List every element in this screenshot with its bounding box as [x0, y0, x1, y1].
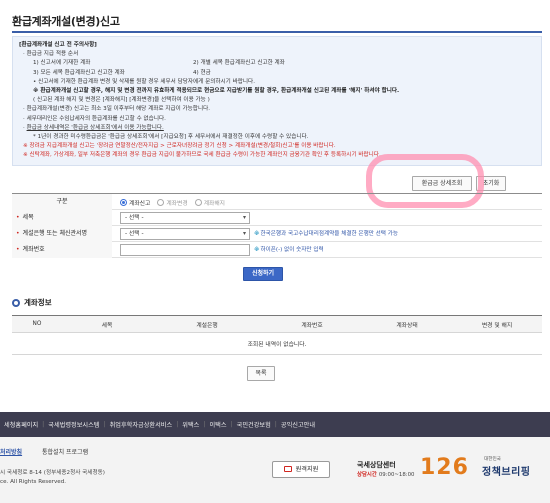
required-icon: •	[16, 246, 20, 253]
account-hint: ※하이픈(-) 없이 숫자만 입력	[254, 247, 324, 253]
form-row-account: • 계좌번호 ※하이픈(-) 없이 숫자만 입력	[12, 242, 542, 258]
call-center-hours: 상담시간 09:00~18:00	[357, 472, 415, 478]
form-row-type: 구분 계좌신고 계좌변경 계좌해지	[12, 194, 542, 210]
column-header: NO	[12, 315, 62, 333]
list-button[interactable]: 목록	[247, 366, 275, 381]
table-header-row: NO 세목 계설은행 계좌번호 계좌상태 변경 및 해지	[12, 315, 542, 333]
policy-briefing-logo[interactable]: 정책브리핑	[482, 463, 531, 478]
brand-caption: 대한민국	[484, 457, 501, 462]
footer-nav: 세청홈페이지 | 국세법령정보시스템 | 취업후학자금상환서비스 | 위택스 | 이택스…	[0, 412, 550, 437]
account-table: NO 세목 계설은행 계좌번호 계좌상태 변경 및 해지 조회된 내역이 없습니…	[12, 315, 542, 355]
page-title: 환급계좌개설(변경)신고	[12, 15, 120, 28]
radio-icon	[194, 198, 202, 206]
table-row: 조회된 내역이 없습니다.	[12, 332, 542, 355]
notice-line: ※ 장려금 지급계좌개설 신고는 '장려금 연말정산/전자지급 > 근로자녀장려…	[23, 143, 336, 150]
type-label: 구분	[12, 194, 112, 210]
call-center-name: 국세상담센터	[357, 461, 396, 469]
info-icon: ※	[254, 247, 260, 253]
info-icon: ※	[254, 231, 260, 237]
account-form: 구분 계좌신고 계좌변경 계좌해지 • 세목 - 선택 - ▾ • 계설은행 또는 체…	[12, 193, 542, 258]
footer-link[interactable]: 이택스	[205, 420, 230, 429]
footer-link[interactable]: 취업후학자금상환서비스	[106, 420, 177, 429]
footer-address: 시 국세청로 8-14 (정부세종2청사 국세청동)	[0, 470, 105, 476]
chevron-down-icon: ▾	[242, 230, 246, 237]
account-label: • 계좌번호	[12, 242, 112, 258]
notice-title: [환급계좌개설 신고 전 주의사항]	[19, 42, 97, 48]
footer: 처리방침 통합설치 프로그램 시 국세청로 8-14 (정부세종2청사 국세청동…	[0, 437, 550, 503]
type-radio-group: 계좌신고 계좌변경 계좌해지	[120, 194, 232, 210]
notice-scope-row: 3) 모든 세목 환급계좌신고 신고한 계좌 4) 현금	[33, 69, 211, 76]
radio-account-change[interactable]: 계좌변경	[157, 198, 188, 207]
notice-line: · 환급금 상세내역은 '환급금 상세조회'에서 이용 가능합니다.	[23, 124, 164, 131]
column-header: 계좌상태	[362, 315, 452, 333]
required-icon: •	[16, 230, 20, 237]
column-header: 변경 및 해지	[452, 315, 542, 333]
footer-link[interactable]: 국세법령정보시스템	[44, 420, 103, 429]
empty-message: 조회된 내역이 없습니다.	[12, 332, 542, 355]
radio-account-cancel[interactable]: 계좌해지	[194, 198, 225, 207]
form-row-tax: • 세목 - 선택 - ▾	[12, 210, 542, 226]
account-number-input[interactable]	[120, 244, 250, 256]
column-header: 세목	[62, 315, 152, 333]
notice-scope-row: 1) 신고서에 기재한 계좌 2) 개별 세목 환급계좌신고 신고한 계좌	[33, 60, 285, 67]
notice-scope-title: · 환급금 지급 적용 순서	[23, 51, 79, 58]
tax-select[interactable]: - 선택 - ▾	[120, 212, 250, 224]
notice-line: ※ 환급계좌개설 신고할 경우, 해지 및 변경 전까지 유효하게 적용되므로 …	[33, 88, 400, 95]
notice-line: ( 신고된 계좌 해지 및 변경은 [계좌해지] [계좌변경]을 선택하여 이용…	[33, 97, 210, 104]
required-icon: •	[16, 214, 20, 221]
footer-link[interactable]: 세청홈페이지	[0, 420, 42, 429]
bank-label: • 계설은행 또는 체신관서명	[12, 226, 112, 242]
radio-account-register[interactable]: 계좌신고	[120, 198, 150, 207]
notice-line: · 세무대리인은 수임납세자의 환급계좌를 신고할 수 없습니다.	[23, 115, 166, 122]
monitor-icon	[283, 466, 292, 472]
column-header: 계좌번호	[262, 315, 362, 333]
chevron-down-icon: ▾	[242, 214, 246, 221]
section-title: 계좌정보	[12, 297, 52, 308]
footer-link[interactable]: 위택스	[178, 420, 203, 429]
bank-hint: ※한국은행과 국고수납대리점계약을 체결한 은행만 선택 가능	[254, 231, 399, 237]
radio-icon	[157, 198, 165, 206]
notice-box: [환급계좌개설 신고 전 주의사항] · 환급금 지급 적용 순서 1) 신고서…	[12, 36, 542, 166]
radio-icon	[120, 198, 127, 206]
footer-link[interactable]: 국민건강보험	[233, 420, 275, 429]
footer-link[interactable]: 공익신고안내	[277, 420, 319, 429]
notice-line: * 1년이 경과한 미수령환급금은 '환급금 상세조회'에서 [지급요청] 후 …	[33, 134, 309, 141]
column-header: 계설은행	[152, 315, 262, 333]
tax-label: • 세목	[12, 210, 112, 226]
notice-line: • 신고서에 기재한 환급계좌 변경 및 삭제를 원할 경우 세무서 담당자에게…	[33, 78, 255, 85]
footer-links: 처리방침 통합설치 프로그램	[0, 447, 88, 456]
form-row-bank: • 계설은행 또는 체신관서명 - 선택 - ▾ ※한국은행과 국고수납대리점계약을…	[12, 226, 542, 242]
apply-button[interactable]: 신청하기	[243, 267, 283, 281]
footer-copyright: ce. All Rights Reserved.	[0, 479, 67, 485]
remote-support-button[interactable]: 원격지원	[272, 461, 330, 478]
install-program-link[interactable]: 통합설치 프로그램	[42, 449, 88, 456]
bank-select[interactable]: - 선택 - ▾	[120, 228, 250, 240]
privacy-policy-link[interactable]: 처리방침	[0, 449, 22, 456]
title-divider	[12, 31, 542, 33]
bullet-circle-icon	[12, 298, 20, 307]
notice-line: · 환급계좌개설(변경) 신고는 최소 3일 이후부터 해당 계좌로 지급이 가…	[23, 106, 211, 113]
call-center-number: 126	[420, 455, 469, 480]
